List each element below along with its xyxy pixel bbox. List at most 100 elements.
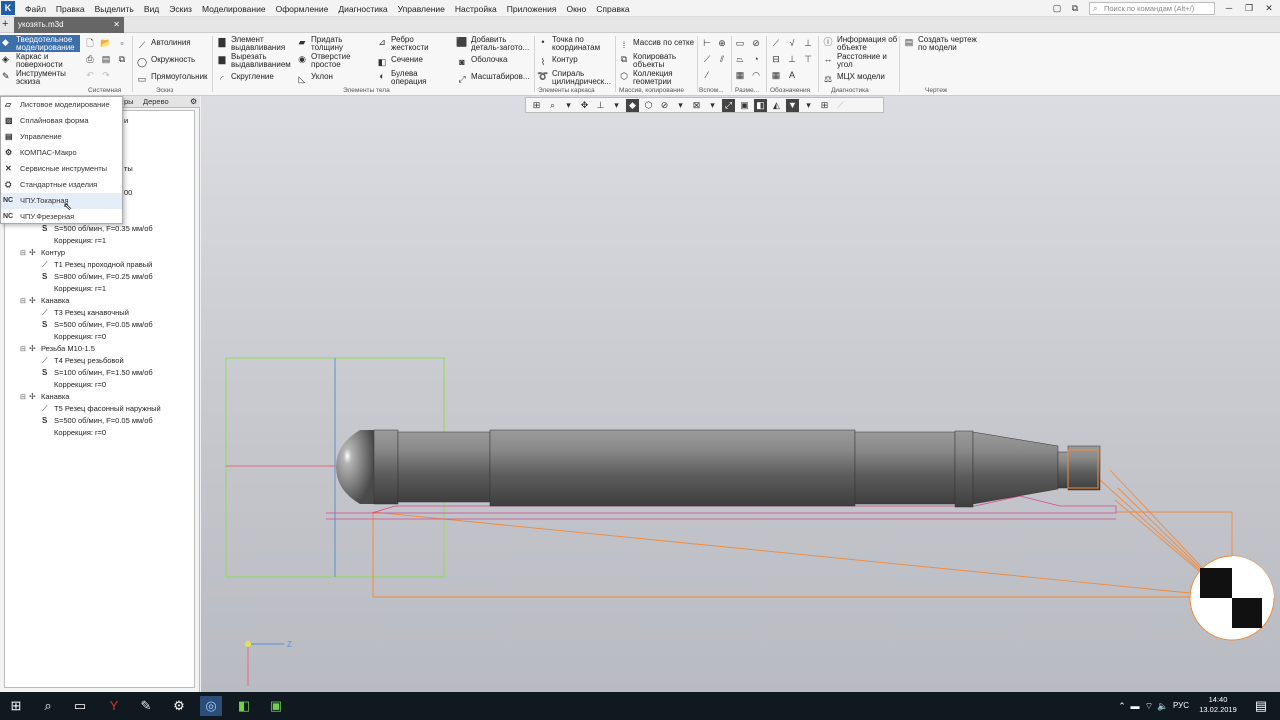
geometry-collection-button[interactable]: ⬡ Коллекция геометрии: [618, 70, 694, 86]
layers-icon[interactable]: ▣: [738, 99, 751, 112]
add-workpiece-button[interactable]: ⬛ Добавить деталь-загото...: [456, 36, 536, 52]
zoom-frame-icon[interactable]: ⊞: [530, 99, 543, 112]
tree-row[interactable]: Коррекция: r=1: [42, 236, 106, 246]
dropdown-arrow-icon[interactable]: ▾: [562, 99, 575, 112]
clock[interactable]: 14:40 13.02.2019: [1198, 695, 1238, 715]
settings-gear-icon[interactable]: ⚙: [168, 696, 190, 716]
close-tab-icon[interactable]: ✕: [113, 17, 120, 33]
simple-hole-button[interactable]: ◉ Отверстие простое: [296, 53, 366, 69]
dropdown-item[interactable]: ▱ Листовое моделирование: [1, 97, 122, 113]
tree-row[interactable]: S S=100 об/мин, F=1.50 мм/об: [42, 368, 153, 378]
tree-row[interactable]: S S=800 об/мин, F=0.25 мм/об: [42, 272, 153, 282]
dropdown-item[interactable]: ⛭ Стандартные изделия: [1, 177, 122, 193]
dropdown-arrow-icon[interactable]: ▾: [610, 99, 623, 112]
dropdown-arrow-icon[interactable]: ▾: [674, 99, 687, 112]
tree-row-partial[interactable]: и: [124, 116, 128, 126]
mode-solid-modeling[interactable]: ◆ Твердотельное моделирование: [0, 35, 80, 52]
boolean-button[interactable]: ◐ Булева операция: [376, 70, 446, 86]
tab-tree[interactable]: Дерево: [143, 97, 169, 106]
menu-item[interactable]: Диагностика: [333, 4, 392, 14]
kompas-logo-icon[interactable]: K: [1, 1, 15, 15]
menu-item[interactable]: Настройка: [450, 4, 502, 14]
mark-icon[interactable]: ⊥: [786, 53, 798, 65]
dropdown-item[interactable]: NC ЧПУ.Токарная: [1, 193, 122, 209]
document-tab[interactable]: укозять.m3d ✕: [14, 17, 124, 33]
base-icon[interactable]: ⊥: [802, 37, 814, 49]
collapse-toggle-icon[interactable]: ⊟: [20, 249, 29, 259]
maximize-button[interactable]: ❐: [1242, 2, 1256, 14]
aux-plane-icon[interactable]: ⊕: [716, 37, 728, 49]
tree-row[interactable]: ⟋ T4 Резец резьбовой: [42, 356, 124, 366]
circle-button[interactable]: ◯ Окружность: [136, 56, 195, 68]
tree-row-partial[interactable]: ты: [124, 164, 133, 174]
editor-app-icon[interactable]: ✎: [135, 696, 157, 716]
draft-button[interactable]: ◺ Уклон: [296, 73, 333, 85]
arc-dimension-icon[interactable]: ◠: [750, 69, 762, 81]
command-search-input[interactable]: ⌕ Поиск по командам (Alt+/): [1089, 2, 1215, 15]
fillet-button[interactable]: ◜ Скругление: [216, 73, 274, 85]
diameter-dimension-icon[interactable]: ⊘: [750, 37, 762, 49]
mode-sketch-tools[interactable]: ✎ Инструменты эскиза: [0, 69, 80, 86]
cut-extrude-button[interactable]: ▆ Вырезать выдавливанием: [216, 53, 294, 69]
aux-offset-icon[interactable]: ⫽: [716, 53, 728, 65]
menu-item[interactable]: Приложения: [502, 4, 562, 14]
dropdown-item[interactable]: ▤ Управление: [1, 129, 122, 145]
menu-item[interactable]: Оформление: [271, 4, 334, 14]
menu-item[interactable]: Файл: [20, 4, 51, 14]
dropdown-arrow-icon[interactable]: ▾: [706, 99, 719, 112]
display-mode-icon[interactable]: ◧: [754, 98, 767, 112]
thicken-button[interactable]: ▰ Придать толщину: [296, 36, 366, 52]
tree-row[interactable]: S S=500 об/мин, F=0.35 мм/об: [42, 224, 153, 234]
tree-row[interactable]: ⟋ T1 Резец проходной правый: [42, 260, 152, 270]
roughness-icon[interactable]: √: [786, 37, 798, 49]
menu-item[interactable]: Окно: [561, 4, 591, 14]
rib-button[interactable]: ⊿ Ребро жесткости: [376, 36, 446, 52]
measure-icon[interactable]: ⟋: [834, 99, 847, 112]
aux-point-icon[interactable]: ⁄: [701, 69, 713, 81]
dropdown-item[interactable]: NC ЧПУ.Фрезерная: [1, 209, 122, 225]
tree-row[interactable]: ⊟ ✢ Контур: [20, 248, 65, 259]
redo-icon[interactable]: ↷: [100, 69, 112, 81]
grid-icon[interactable]: ⊞: [818, 99, 831, 112]
tree-row-partial[interactable]: 00: [124, 188, 132, 198]
kompas-taskbar-icon[interactable]: ◎: [200, 696, 222, 716]
search-icon[interactable]: ⌕: [37, 696, 59, 716]
camtasia-icon[interactable]: ▣: [265, 696, 287, 716]
tree-row[interactable]: Коррекция: r=1: [42, 284, 106, 294]
dropdown-arrow-icon[interactable]: ▾: [802, 99, 815, 112]
leader-icon[interactable]: ⟋: [770, 37, 782, 49]
tree-row[interactable]: S S=500 об/мин, F=0.05 мм/об: [42, 416, 153, 426]
dropdown-item[interactable]: ⚙ КОМПАС-Макро: [1, 145, 122, 161]
tree-row[interactable]: ⟋ T3 Резец канавочный: [42, 308, 129, 318]
tree-row[interactable]: ⊟ ✢ Канавка: [20, 296, 69, 307]
tree-row[interactable]: ⊟ ✢ Резьба М10-1.5: [20, 344, 95, 355]
scale-button[interactable]: ⤢ Масштабиров...: [456, 73, 529, 85]
angle-dimension-icon[interactable]: ⏢: [734, 53, 746, 65]
thread-icon[interactable]: ⊤: [802, 53, 814, 65]
tree-row[interactable]: Коррекция: r=0: [42, 332, 106, 342]
shaded-cube-icon[interactable]: ◆: [626, 98, 639, 112]
create-drawing-button[interactable]: ▤ Создать чертеж по модели: [903, 36, 983, 52]
window-layout-button[interactable]: ⧉: [1068, 2, 1082, 14]
new-document-button[interactable]: +: [2, 18, 12, 32]
pan-icon[interactable]: ✥: [578, 99, 591, 112]
language-indicator[interactable]: РУС: [1173, 701, 1189, 710]
zoom-icon[interactable]: ⌕: [546, 99, 559, 112]
task-view-icon[interactable]: ▭: [69, 696, 91, 716]
aux-line-icon[interactable]: ⟋: [701, 53, 713, 65]
section-button[interactable]: ◧ Сечение: [376, 56, 423, 68]
distance-angle-button[interactable]: ↔ Расстояние и угол: [822, 53, 902, 69]
properties-icon[interactable]: ▤: [100, 53, 112, 65]
rectangle-button[interactable]: ▭ Прямоугольник: [136, 73, 208, 85]
mode-surfaces[interactable]: ◈ Каркас и поверхности: [0, 52, 80, 69]
menu-item[interactable]: Эскиз: [164, 4, 197, 14]
point-by-coords-button[interactable]: • Точка по координатам: [537, 36, 613, 52]
contour-button[interactable]: ⌇ Контур: [537, 56, 578, 68]
menu-item[interactable]: Выделить: [90, 4, 139, 14]
collapse-toggle-icon[interactable]: ⊟: [20, 345, 29, 355]
autoline-button[interactable]: ⟋ Автолиния: [136, 39, 191, 51]
close-button[interactable]: ✕: [1262, 2, 1276, 14]
position-icon[interactable]: ▦: [770, 69, 782, 81]
tree-row[interactable]: ⊟ ✢ Канавка: [20, 392, 69, 403]
aux-axis-icon[interactable]: ⊢: [701, 37, 713, 49]
